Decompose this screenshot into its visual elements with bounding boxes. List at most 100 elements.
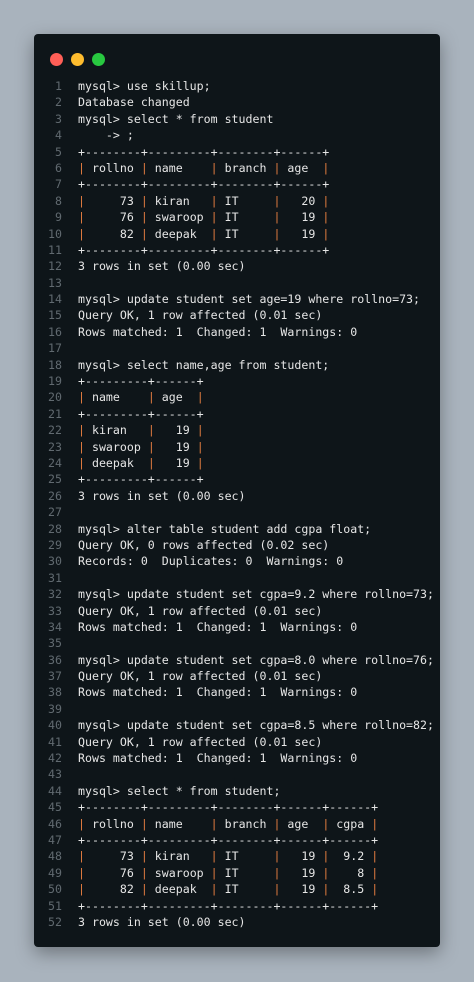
line-text: | 73 | kiran | IT | 20 | xyxy=(78,193,330,208)
line-text: Query OK, 1 row affected (0.01 sec) xyxy=(78,669,323,684)
code-line: 10 | 82 | deepak | IT | 19 | xyxy=(34,226,440,242)
code-line: 49 | 76 | swaroop | IT | 19 | 8 | xyxy=(34,865,440,881)
code-line: 13 xyxy=(34,275,440,291)
code-line: 48 | 73 | kiran | IT | 19 | 9.2 | xyxy=(34,848,440,864)
code-line: 44 mysql> select * from student; xyxy=(34,783,440,799)
line-text: mysql> select * from student; xyxy=(78,783,281,798)
line-text: mysql> use skillup; xyxy=(78,79,211,93)
line-text: Query OK, 1 row affected (0.01 sec) xyxy=(78,734,323,749)
line-number: 5 xyxy=(55,144,62,159)
code-line: 27 xyxy=(34,504,440,520)
line-number: 2 xyxy=(55,95,62,110)
code-line: 23 | swaroop | 19 | xyxy=(34,439,440,455)
code-line: 17 xyxy=(34,340,440,356)
line-text: +--------+---------+--------+------+ xyxy=(78,242,330,257)
line-number: 33 xyxy=(48,603,62,618)
code-line: 20 | name | age | xyxy=(34,389,440,405)
code-line: 21 +---------+------+ xyxy=(34,406,440,422)
line-number: 25 xyxy=(48,472,62,487)
code-line: 16 Rows matched: 1 Changed: 1 Warnings: 0 xyxy=(34,324,440,340)
line-number: 50 xyxy=(48,882,62,897)
code-line: 24 | deepak | 19 | xyxy=(34,455,440,471)
line-number: 46 xyxy=(48,816,62,831)
close-button[interactable] xyxy=(50,53,63,66)
line-number: 41 xyxy=(48,734,62,749)
code-line: 40 mysql> update student set cgpa=8.5 whe… xyxy=(34,717,440,733)
code-line: 47 +--------+---------+--------+------+--… xyxy=(34,832,440,848)
line-text: +---------+------+ xyxy=(78,406,204,421)
line-number: 29 xyxy=(48,537,62,552)
code-line: 51 +--------+---------+--------+------+--… xyxy=(34,898,440,914)
line-text: Rows matched: 1 Changed: 1 Warnings: 0 xyxy=(78,685,358,700)
code-line: 1 mysql> use skillup; xyxy=(34,78,440,94)
line-text: | 82 | deepak | IT | 19 | 8.5 | xyxy=(78,882,379,897)
line-number: 43 xyxy=(48,767,62,782)
line-text: +--------+---------+--------+------+----… xyxy=(78,832,379,847)
code-line: 2 Database changed xyxy=(34,94,440,110)
line-text: +--------+---------+--------+------+----… xyxy=(78,898,379,913)
line-number: 8 xyxy=(55,193,62,208)
code-line: 25 +---------+------+ xyxy=(34,471,440,487)
code-line: 18 mysql> select name,age from student; xyxy=(34,357,440,373)
line-number: 13 xyxy=(48,275,62,290)
line-number: 18 xyxy=(48,357,62,372)
line-text: | 76 | swaroop | IT | 19 | 8 | xyxy=(78,865,379,880)
line-text: Rows matched: 1 Changed: 1 Warnings: 0 xyxy=(78,324,358,339)
line-number: 21 xyxy=(48,406,62,421)
line-text: -> ; xyxy=(78,128,134,143)
code-line: 33 Query OK, 1 row affected (0.01 sec) xyxy=(34,603,440,619)
line-number: 47 xyxy=(48,832,62,847)
line-text: Rows matched: 1 Changed: 1 Warnings: 0 xyxy=(78,751,358,766)
title-bar xyxy=(34,34,440,78)
code-line: 26 3 rows in set (0.00 sec) xyxy=(34,488,440,504)
code-line: 11 +--------+---------+--------+------+ xyxy=(34,242,440,258)
line-number: 22 xyxy=(48,423,62,438)
line-text: mysql> select * from student xyxy=(78,111,274,126)
line-text: | 73 | kiran | IT | 19 | 9.2 | xyxy=(78,849,379,864)
line-text: mysql> alter table student add cgpa floa… xyxy=(78,521,372,536)
code-line: 43 xyxy=(34,766,440,782)
code-line: 28 mysql> alter table student add cgpa fl… xyxy=(34,521,440,537)
line-number: 35 xyxy=(48,636,62,651)
code-line: 39 xyxy=(34,701,440,717)
line-text: | rollno | name | branch | age | cgpa | xyxy=(78,816,379,831)
line-text: +--------+---------+--------+------+----… xyxy=(78,800,379,815)
code-line: 12 3 rows in set (0.00 sec) xyxy=(34,258,440,274)
code-line: 8 | 73 | kiran | IT | 20 | xyxy=(34,193,440,209)
code-line: 5 +--------+---------+--------+------+ xyxy=(34,144,440,160)
line-text: | kiran | 19 | xyxy=(78,423,204,438)
line-number: 6 xyxy=(55,160,62,175)
terminal-window: 1 mysql> use skillup; 2 Database changed 3 my… xyxy=(34,34,440,947)
line-number: 24 xyxy=(48,455,62,470)
line-text: 3 rows in set (0.00 sec) xyxy=(78,259,246,274)
code-line: 4 -> ; xyxy=(34,127,440,143)
line-number: 16 xyxy=(48,324,62,339)
code-line: 19 +---------+------+ xyxy=(34,373,440,389)
line-number: 44 xyxy=(48,783,62,798)
minimize-button[interactable] xyxy=(71,53,84,66)
line-number: 38 xyxy=(48,685,62,700)
line-text: Rows matched: 1 Changed: 1 Warnings: 0 xyxy=(78,619,358,634)
line-number: 26 xyxy=(48,488,62,503)
line-number: 51 xyxy=(48,898,62,913)
code-line: 46 | rollno | name | branch | age | cgpa … xyxy=(34,816,440,832)
maximize-button[interactable] xyxy=(92,53,105,66)
line-number: 39 xyxy=(48,701,62,716)
line-text: 3 rows in set (0.00 sec) xyxy=(78,488,246,503)
line-text: +---------+------+ xyxy=(78,472,204,487)
line-text: | rollno | name | branch | age | xyxy=(78,160,330,175)
line-number: 31 xyxy=(48,570,62,585)
line-number: 40 xyxy=(48,718,62,733)
line-number: 32 xyxy=(48,587,62,602)
code-line: 22 | kiran | 19 | xyxy=(34,422,440,438)
line-text: | swaroop | 19 | xyxy=(78,439,204,454)
line-text: Query OK, 1 row affected (0.01 sec) xyxy=(78,603,323,618)
code-line: 14 mysql> update student set age=19 where… xyxy=(34,291,440,307)
line-number: 1 xyxy=(55,79,62,93)
line-number: 48 xyxy=(48,849,62,864)
line-text: +---------+------+ xyxy=(78,374,204,389)
line-number: 12 xyxy=(48,259,62,274)
line-text: 3 rows in set (0.00 sec) xyxy=(78,914,246,929)
code-line: 31 xyxy=(34,570,440,586)
line-text: Query OK, 1 row affected (0.01 sec) xyxy=(78,308,323,323)
